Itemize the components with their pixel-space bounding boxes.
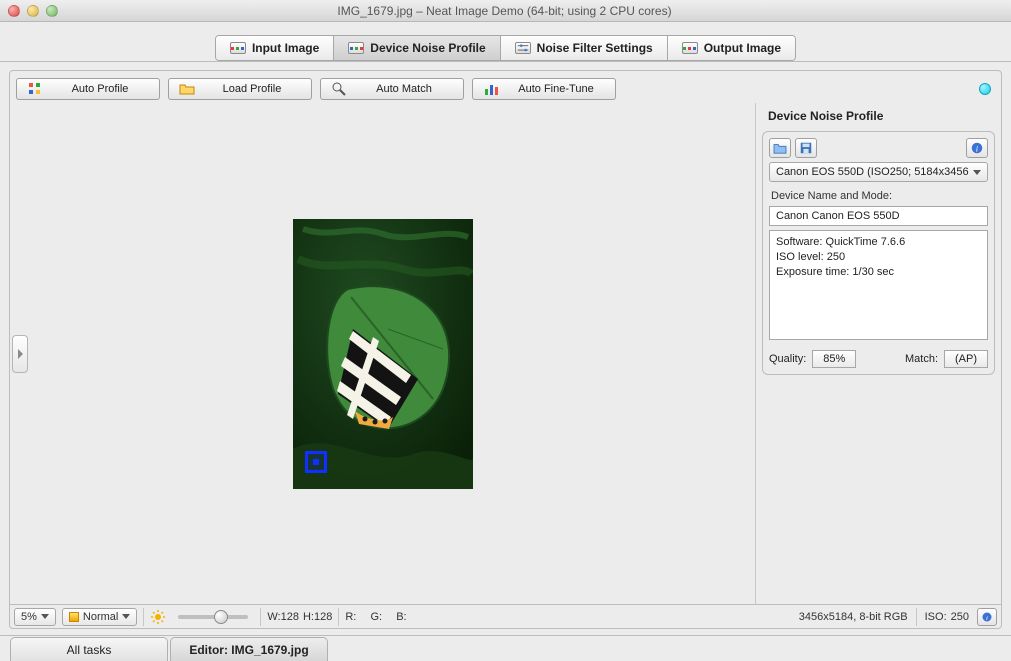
auto-fine-tune-button[interactable]: Auto Fine-Tune [472,78,616,100]
tab-all-tasks[interactable]: All tasks [10,637,168,661]
tab-label: Noise Filter Settings [537,41,653,55]
output-icon [682,42,698,54]
sliders-icon [515,42,531,54]
quality-value: 85% [812,350,856,368]
iso-readout: ISO: 250 [925,611,969,623]
workspace-panel: Auto Profile Load Profile Auto Match Aut… [9,70,1002,629]
viewmode-swatch-icon [69,612,79,622]
main-tabs-row: Input Image Device Noise Profile Noise F… [0,22,1011,62]
chevron-down-icon [973,170,981,175]
status-bar: 5% Normal W:128 H:128 R: G: [10,604,1001,628]
zoom-select[interactable]: 5% [14,608,56,626]
brightness-slider[interactable] [178,615,248,619]
quality-match-row: Quality: 85% Match: (AP) [769,350,988,368]
iso-value: 250 [951,611,969,623]
button-label: Load Profile [203,83,301,95]
save-profile-button[interactable] [795,138,817,158]
r-label: R: [345,611,356,623]
device-noise-profile-panel: Device Noise Profile i [755,103,1001,604]
app-window: IMG_1679.jpg – Neat Image Demo (64-bit; … [0,0,1011,661]
tab-device-noise-profile[interactable]: Device Noise Profile [334,36,500,60]
sample-selection-marker[interactable] [305,451,327,473]
folder-open-icon [179,81,195,97]
zoom-value: 5% [21,611,37,623]
match-value: (AP) [944,350,988,368]
chevron-down-icon [41,614,49,619]
auto-match-button[interactable]: Auto Match [320,78,464,100]
device-name-field[interactable]: Canon Canon EOS 550D [769,206,988,226]
button-label: Auto Fine-Tune [507,83,605,95]
brightness-icon [150,609,166,625]
slider-thumb[interactable] [214,610,228,624]
iso-label: ISO: [925,611,947,623]
tab-output-image[interactable]: Output Image [668,36,795,60]
open-profile-button[interactable] [769,138,791,158]
selection-height-label: H:128 [303,611,332,623]
button-label: Auto Profile [51,83,149,95]
load-profile-button[interactable]: Load Profile [168,78,312,100]
tab-noise-filter-settings[interactable]: Noise Filter Settings [501,36,668,60]
status-led-icon [979,83,991,95]
profile-toolbar: Auto Profile Load Profile Auto Match Aut… [10,71,1001,103]
auto-profile-button[interactable]: Auto Profile [16,78,160,100]
expand-panel-button[interactable] [12,335,28,373]
tab-input-image[interactable]: Input Image [216,36,334,60]
tab-label: Input Image [252,41,319,55]
button-label: Auto Match [355,83,453,95]
profile-icon [348,42,364,54]
image-viewer[interactable] [10,103,755,604]
device-name-label: Device Name and Mode: [769,186,988,202]
pixel-rgb-readout: R: G: B: [345,611,406,623]
window-title: IMG_1679.jpg – Neat Image Demo (64-bit; … [58,4,1011,18]
chevron-down-icon [122,614,130,619]
image-info-button[interactable]: i [977,608,997,626]
image-dimensions: 3456x5184, 8-bit RGB [799,611,908,623]
profile-box: i Canon EOS 550D (ISO250; 5184x3456 Devi… [762,131,995,375]
tab-label: Device Noise Profile [370,41,485,55]
center-area: Device Noise Profile i [10,103,1001,604]
image-icon [230,42,246,54]
image-preview[interactable] [293,219,473,489]
tab-label: Editor: IMG_1679.jpg [189,643,308,657]
selection-size: W:128 H:128 [267,611,332,623]
tab-editor[interactable]: Editor: IMG_1679.jpg [170,637,328,661]
minimize-window-button[interactable] [27,5,39,17]
viewmode-value: Normal [83,611,118,623]
close-window-button[interactable] [8,5,20,17]
svg-text:i: i [986,615,988,622]
device-metadata-box: Software: QuickTime 7.6.6 ISO level: 250… [769,230,988,340]
viewmode-select[interactable]: Normal [62,608,137,626]
titlebar: IMG_1679.jpg – Neat Image Demo (64-bit; … [0,0,1011,22]
quality-label: Quality: [769,353,806,365]
match-icon [331,81,347,97]
tab-label: All tasks [67,643,112,657]
profile-info-button[interactable]: i [966,138,988,158]
profile-select[interactable]: Canon EOS 550D (ISO250; 5184x3456 [769,162,988,182]
tab-label: Output Image [704,41,781,55]
selection-width-label: W:128 [267,611,299,623]
select-value: Canon EOS 550D (ISO250; 5184x3456 [776,166,969,178]
bar-chart-icon [483,81,499,97]
g-label: G: [370,611,382,623]
panel-title: Device Noise Profile [762,107,995,127]
zoom-window-button[interactable] [46,5,58,17]
match-label: Match: [905,353,938,365]
document-tabs: All tasks Editor: IMG_1679.jpg [0,635,1011,661]
window-controls [8,5,58,17]
main-tab-group: Input Image Device Noise Profile Noise F… [215,35,796,61]
device-name-value: Canon Canon EOS 550D [776,210,900,222]
wand-icon [27,81,43,97]
b-label: B: [396,611,406,623]
